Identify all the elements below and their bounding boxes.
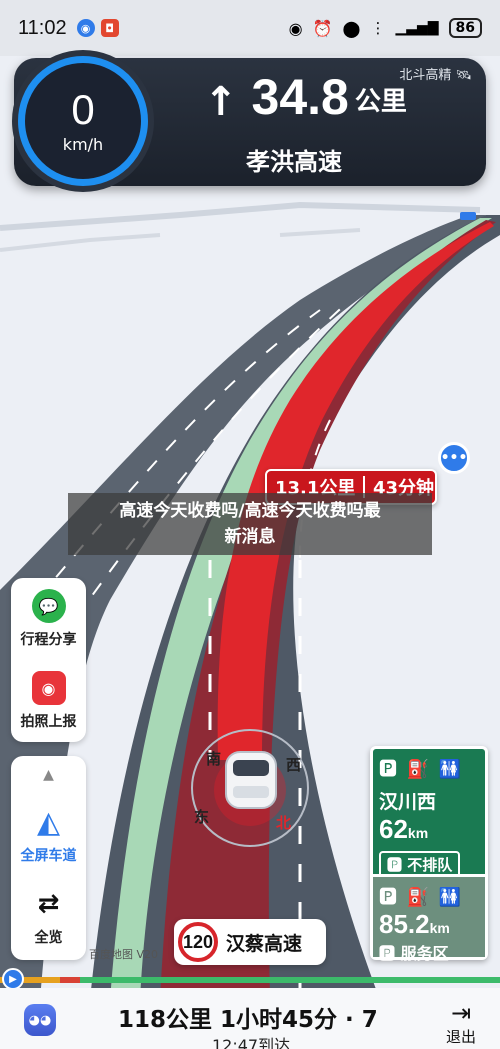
next-maneuver: ↑ 34.8 公里	[204, 70, 407, 124]
service-area-next: 🅿 ⛽ 🚻 汉川西 62km 🅿 不排队	[373, 749, 485, 878]
current-road-name: 孝洪高速	[246, 148, 342, 176]
service-area-name: 汉川西	[379, 791, 437, 813]
compass-north: 北	[276, 814, 292, 832]
service-icons: 🅿 ⛽ 🚻	[379, 759, 464, 780]
alarm-icon: ⏰	[312, 18, 333, 38]
battery-indicator: 86	[448, 18, 482, 38]
collapse-up-icon[interactable]: ▲	[11, 756, 86, 794]
next-distance: 34.8	[251, 69, 349, 125]
location-icon: ⬤	[342, 18, 361, 38]
camera-icon: ◉	[31, 671, 66, 705]
fullscreen-lane-label: 全屏车道	[20, 848, 77, 864]
service-icons-secondary: 🅿 ⛽ 🚻	[379, 887, 464, 908]
straight-arrow-icon: ↑	[204, 79, 238, 125]
compass-south: 南	[206, 750, 222, 768]
eye-icon: ◉	[288, 18, 303, 38]
speed-limit-sign: 120	[178, 922, 218, 962]
satellite-icon: 🛰	[455, 68, 472, 83]
route-overview-icon: ⇄	[37, 889, 60, 919]
route-summary[interactable]: 118公里 1小时45分 · 7	[118, 1000, 378, 1034]
assistant-robot-icon[interactable]: ◕◕	[24, 1004, 56, 1036]
service-area-sign[interactable]: 🅿 ⛽ 🚻 汉川西 62km 🅿 不排队 🅿 ⛽ 🚻 85.2km 🅿 服务区	[370, 746, 488, 963]
navigation-header: 0 km/h ↑ 34.8 公里 北斗高精 🛰 孝洪高速	[14, 56, 486, 186]
photo-report-button[interactable]: ◉ 拍照上报	[11, 660, 86, 742]
photo-report-label: 拍照上报	[20, 714, 77, 730]
arrival-time: 12:47到达	[212, 1036, 291, 1049]
service-distance-unit: km	[407, 825, 429, 841]
parking-icon: 🅿	[387, 856, 403, 874]
following-type-text: 服务区	[400, 944, 449, 963]
play-icon[interactable]: ▶	[2, 968, 24, 990]
exit-label: 退出	[445, 1028, 476, 1046]
parking-icon-secondary: 🅿	[379, 944, 396, 963]
beidou-label: 北斗高精 🛰	[399, 64, 472, 83]
quick-actions-panel: 💬 行程分享 ◉ 拍照上报	[11, 578, 86, 742]
speed-unit: km/h	[62, 134, 104, 154]
speed-value: 0	[71, 85, 95, 133]
next-distance-unit: 公里	[354, 87, 407, 117]
title-line-1: 高速今天收费吗/高速今天收费吗最	[119, 501, 381, 521]
status-bar: 11:02 ◉ ◘ ◉ ⏰ ⬤ ⋮ ▁▃▅▇ 86	[0, 0, 500, 56]
compass-east: 东	[194, 808, 210, 826]
exit-button[interactable]: ⇥ 退出	[438, 1000, 484, 1047]
exit-icon: ⇥	[450, 999, 472, 1027]
title-line-2: 新消息	[224, 527, 276, 547]
overview-button[interactable]: ⇄ 全览	[11, 876, 86, 958]
wechat-icon: 💬	[31, 589, 66, 623]
service-status-text: 不排队	[407, 856, 453, 874]
overview-label: 全览	[34, 930, 63, 946]
fullscreen-lane-button[interactable]: ◭ 全屏车道	[11, 794, 86, 876]
map-watermark: 百度地图 V20	[89, 948, 159, 961]
shield-road-name: 汉蔡高速	[226, 932, 303, 955]
signal-icon: ▁▃▅▇	[395, 20, 439, 36]
trip-share-label: 行程分享	[20, 632, 77, 648]
app-notification-icon: ◉	[76, 19, 95, 37]
service-distance-value: 62	[379, 814, 408, 844]
status-time: 11:02	[18, 16, 67, 39]
calendar-notification-icon: ◘	[100, 19, 119, 37]
service-area-distance: 62km	[379, 814, 479, 845]
following-distance-unit: km	[429, 920, 450, 936]
lane-navigation-icon: ◭	[36, 804, 61, 840]
service-area-following: 🅿 ⛽ 🚻 85.2km 🅿 服务区	[373, 877, 485, 963]
route-progress-bar	[0, 977, 500, 983]
provider-text: 北斗高精	[399, 68, 452, 83]
following-type: 🅿 服务区	[379, 940, 479, 964]
following-distance: 85.2km	[379, 909, 479, 940]
trip-share-button[interactable]: 💬 行程分享	[11, 578, 86, 660]
view-controls-panel: ▲ ◭ 全屏车道 ⇄ 全览	[11, 756, 86, 960]
status-indicators: ◉ ⏰ ⬤ ⋮ ▁▃▅▇ 86	[289, 18, 482, 38]
article-title-overlay: 高速今天收费吗/高速今天收费吗最 新消息	[68, 493, 432, 555]
notification-icons: ◉ ◘	[76, 19, 119, 37]
following-distance-value: 85.2	[379, 909, 430, 939]
speedometer: 0 km/h	[18, 56, 148, 186]
compass-west: 西	[286, 756, 302, 774]
microphone-icon: ⋮	[370, 19, 386, 37]
current-road-shield: 120 汉蔡高速	[174, 919, 326, 965]
message-icon[interactable]: •••	[438, 442, 470, 474]
